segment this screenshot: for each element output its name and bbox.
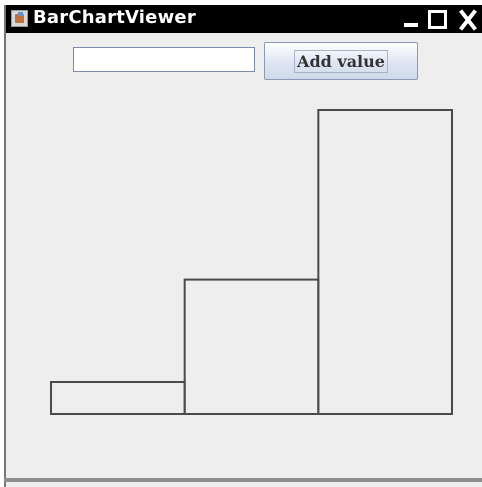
window-bottom-edge <box>4 478 482 482</box>
bar-chart <box>50 109 454 415</box>
bar-2 <box>317 109 454 415</box>
bar-0 <box>50 381 186 415</box>
bar-1 <box>183 278 320 415</box>
